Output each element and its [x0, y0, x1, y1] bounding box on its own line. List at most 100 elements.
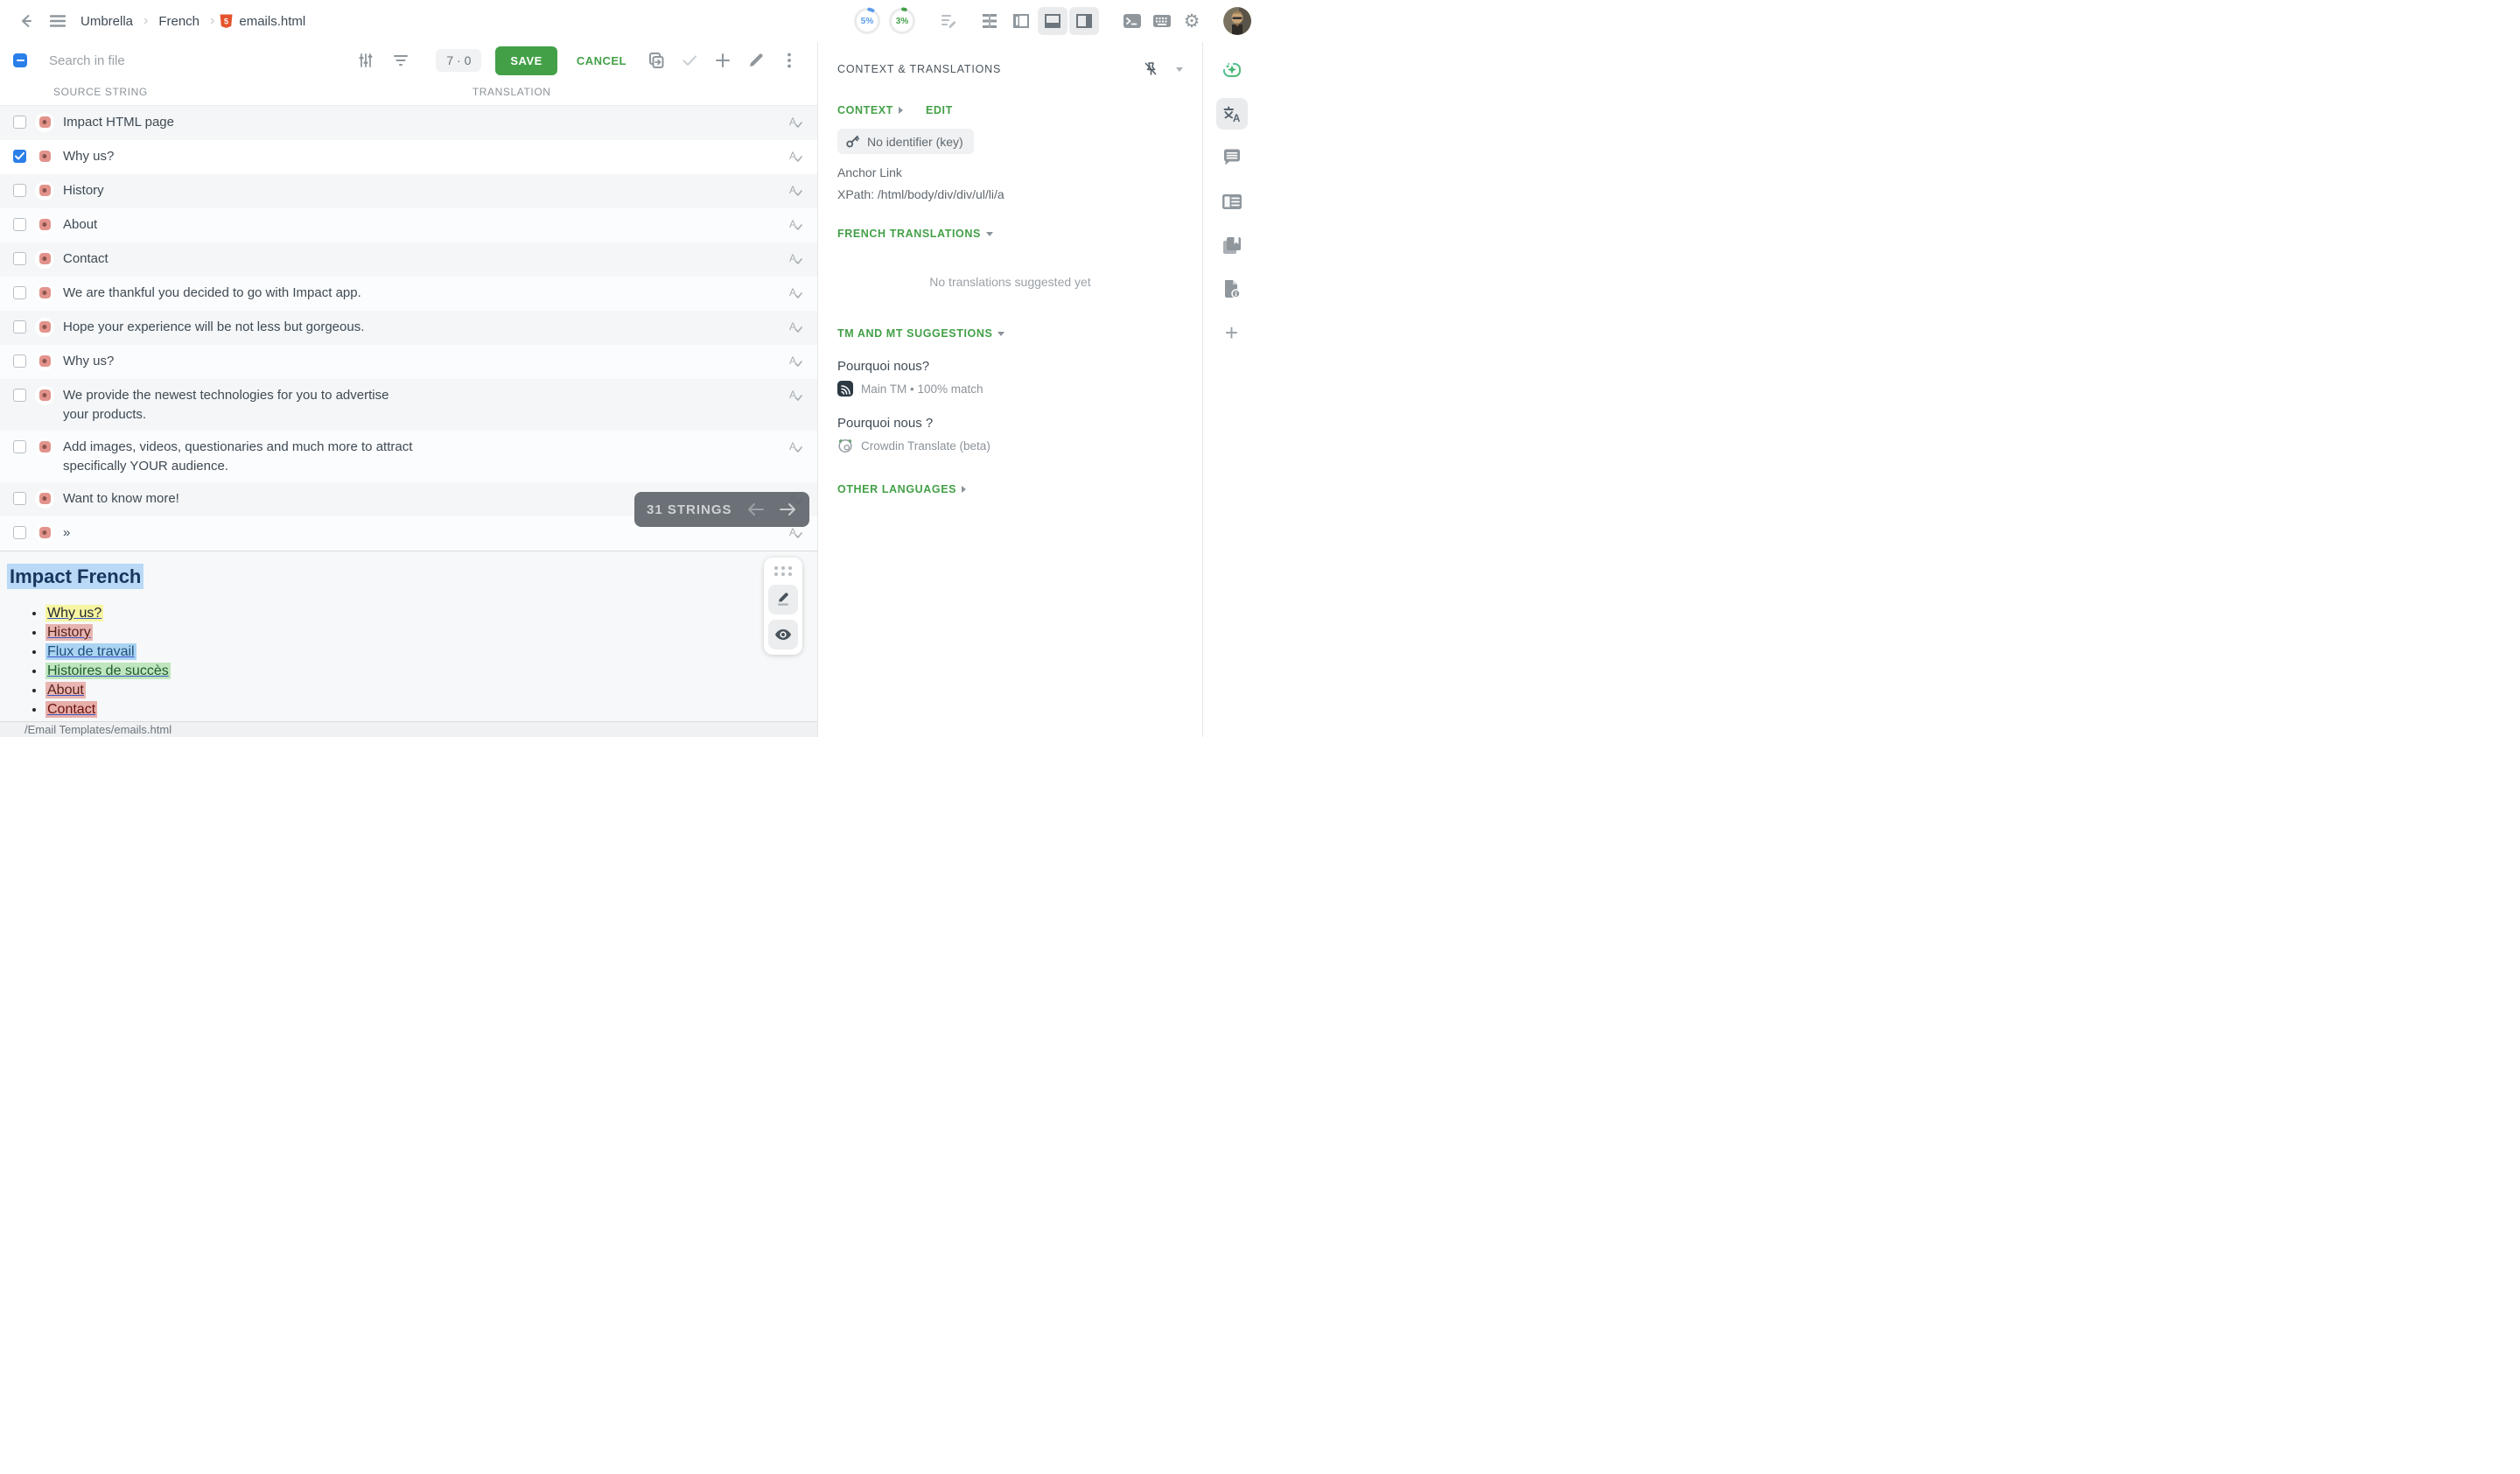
right-panel-view-icon[interactable] [1069, 7, 1099, 35]
preview-edit-button[interactable] [768, 585, 798, 614]
approved-progress-ring[interactable]: 3% [887, 6, 917, 36]
row-checkbox[interactable] [13, 286, 26, 299]
table-row[interactable]: Why us?A [0, 345, 817, 379]
translations-section-toggle[interactable]: FRENCH TRANSLATIONS [837, 228, 1183, 240]
row-checkbox[interactable] [13, 354, 26, 368]
user-avatar[interactable] [1223, 7, 1251, 35]
glossary-icon[interactable] [1216, 229, 1248, 261]
unpin-icon[interactable] [1143, 61, 1158, 77]
row-checkbox[interactable] [13, 252, 26, 265]
preview-page-title[interactable]: Impact French [7, 564, 144, 589]
table-row[interactable]: Impact HTML pageA [0, 106, 817, 140]
preview-nav-item: Contact [46, 702, 817, 718]
spellcheck-icon[interactable]: A [788, 525, 803, 544]
file-info-icon[interactable] [1216, 273, 1248, 305]
translation-column-header: TRANSLATION [472, 86, 551, 98]
row-checkbox[interactable] [13, 320, 26, 333]
row-checkbox[interactable] [13, 440, 26, 453]
preview-nav-link[interactable]: About [46, 682, 86, 698]
other-languages-toggle[interactable]: OTHER LANGUAGES [837, 483, 1183, 495]
breadcrumb-file[interactable]: 5 emails.html [220, 14, 311, 29]
svg-text:A: A [789, 116, 796, 128]
add-string-icon[interactable] [709, 46, 737, 74]
duplicate-icon[interactable] [642, 46, 670, 74]
cancel-button[interactable]: CANCEL [577, 54, 626, 67]
bottom-panel-view-icon[interactable] [1038, 7, 1068, 35]
string-status-badge [35, 147, 54, 166]
side-rail: A + [1202, 42, 1260, 737]
comments-icon[interactable] [1216, 142, 1248, 173]
context-card-icon[interactable] [1216, 186, 1248, 217]
table-row[interactable]: Contact A [0, 242, 817, 277]
prev-string-arrow[interactable] [746, 502, 766, 517]
string-status-badge [35, 249, 54, 269]
sliders-icon[interactable] [355, 50, 376, 71]
table-view-icon[interactable] [975, 7, 1004, 35]
draft-edit-icon[interactable] [934, 7, 962, 35]
string-status-badge [35, 523, 54, 543]
table-row[interactable]: AboutA [0, 208, 817, 242]
spellcheck-icon[interactable]: A [788, 354, 803, 373]
suggestions-section-toggle[interactable]: TM AND MT SUGGESTIONS [837, 327, 1183, 340]
spellcheck-icon[interactable]: A [788, 388, 803, 407]
kebab-menu-icon[interactable] [775, 46, 803, 74]
source-string-text: Contact [63, 249, 108, 269]
strings-editor: 7 · 0 SAVE CANCEL [0, 42, 817, 737]
save-button[interactable]: SAVE [495, 46, 556, 75]
edit-pencil-icon[interactable] [742, 46, 770, 74]
translate-icon[interactable]: A [1216, 98, 1248, 130]
row-checkbox[interactable] [13, 116, 26, 129]
preview-nav-link[interactable]: Histoires de succès [46, 663, 171, 679]
mt-suggestion[interactable]: Pourquoi nous ? Crowdin Translate (beta) [837, 416, 1183, 453]
filter-icon[interactable] [390, 50, 411, 71]
settings-gear-icon[interactable]: ⚙ [1178, 7, 1206, 35]
preview-nav-link[interactable]: Flux de travail [46, 643, 136, 660]
select-all-checkbox[interactable] [13, 53, 27, 67]
row-checkbox[interactable] [13, 492, 26, 505]
spellcheck-icon[interactable]: A [788, 319, 803, 339]
row-checkbox[interactable] [13, 184, 26, 197]
preview-eye-button[interactable] [768, 620, 798, 649]
spellcheck-icon[interactable]: A [788, 115, 803, 134]
row-checkbox[interactable] [13, 218, 26, 231]
preview-nav-link[interactable]: Why us? [46, 605, 103, 621]
search-input[interactable] [49, 53, 250, 68]
drag-handle[interactable] [774, 565, 793, 579]
back-button[interactable] [12, 7, 40, 35]
approve-check-icon[interactable] [676, 46, 704, 74]
spellcheck-icon[interactable]: A [788, 439, 803, 459]
menu-icon[interactable] [44, 7, 72, 35]
table-row[interactable]: Why us?A [0, 140, 817, 174]
breadcrumb-project[interactable]: Umbrella [75, 14, 138, 29]
editor-toolbar: 7 · 0 SAVE CANCEL [0, 42, 817, 80]
preview-nav-link[interactable]: Contact [46, 701, 97, 718]
next-string-arrow[interactable] [778, 502, 797, 517]
add-panel-icon[interactable]: + [1216, 317, 1248, 348]
breadcrumb-language[interactable]: French [153, 14, 205, 29]
row-checkbox[interactable] [13, 150, 26, 163]
spellcheck-icon[interactable]: A [788, 149, 803, 168]
row-checkbox[interactable] [13, 526, 26, 539]
translated-progress-ring[interactable]: 5% [852, 6, 882, 36]
spellcheck-icon[interactable]: A [788, 217, 803, 236]
spellcheck-icon[interactable]: A [788, 183, 803, 202]
keyboard-icon[interactable] [1148, 7, 1176, 35]
context-section-toggle[interactable]: CONTEXT [837, 104, 903, 116]
chevron-down-icon[interactable] [1176, 67, 1183, 72]
table-row[interactable]: We provide the newest technologies for y… [0, 379, 817, 431]
table-row[interactable]: We are thankful you decided to go with I… [0, 277, 817, 311]
preview-nav-link[interactable]: History [46, 624, 93, 641]
spellcheck-icon[interactable]: A [788, 251, 803, 270]
spellcheck-icon[interactable]: A [788, 285, 803, 305]
table-row[interactable]: Hope your experience will be not less bu… [0, 311, 817, 345]
table-row[interactable]: HistoryA [0, 174, 817, 208]
suggestion-source: Crowdin Translate (beta) [861, 439, 990, 453]
tm-suggestion[interactable]: Pourquoi nous? Main TM • 100% match [837, 359, 1183, 397]
ai-assistant-icon[interactable] [1216, 54, 1248, 86]
split-view-icon[interactable] [1006, 7, 1036, 35]
row-checkbox[interactable] [13, 389, 26, 402]
source-string-column-header: SOURCE STRING [53, 86, 148, 98]
table-row[interactable]: Add images, videos, questionaries and mu… [0, 431, 817, 482]
edit-context-button[interactable]: EDIT [926, 104, 953, 116]
terminal-icon[interactable] [1118, 7, 1146, 35]
